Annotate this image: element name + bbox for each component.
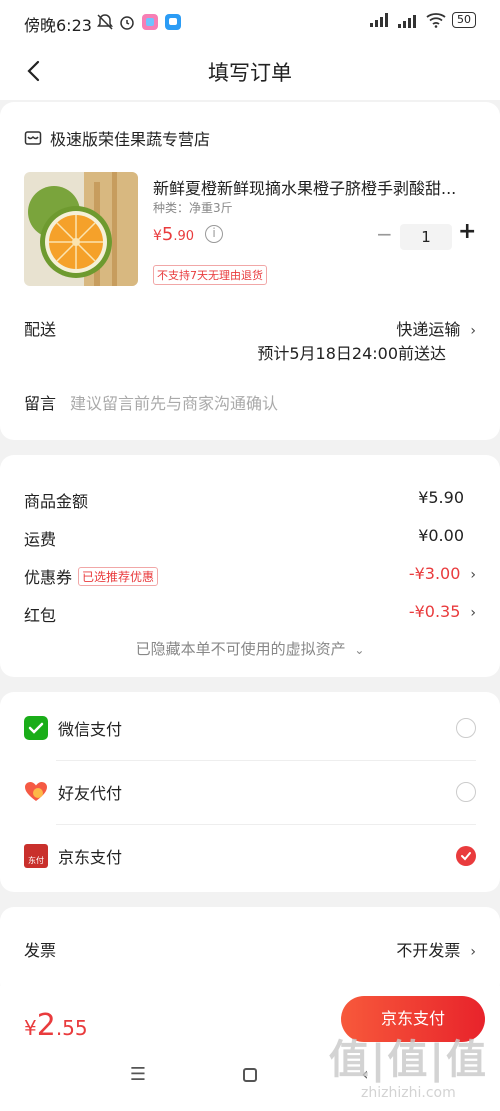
payment-radio-checked[interactable] xyxy=(456,846,476,866)
jd-pay-icon: 东付 xyxy=(24,844,48,868)
delivery-method-row[interactable]: 快递运输 › xyxy=(396,316,476,340)
coupon-label: 优惠券 xyxy=(24,568,73,587)
home-nav-icon[interactable] xyxy=(235,1060,265,1090)
payment-radio[interactable] xyxy=(456,718,476,738)
price-summary-card: 商品金额 ¥5.90 运费 ¥0.00 优惠券 已选推荐优惠 -¥3.00 › 红包… xyxy=(0,455,500,677)
quantity-input[interactable]: 1 xyxy=(400,224,452,250)
coupon-row-label[interactable]: 优惠券 已选推荐优惠 xyxy=(24,564,159,588)
message-app-icon xyxy=(165,14,181,30)
goods-amount-value: ¥5.90 xyxy=(418,488,464,507)
shipping-label: 运费 xyxy=(24,530,57,549)
delivery-method: 快递运输 xyxy=(396,320,461,339)
payment-label: 京东支付 xyxy=(58,848,123,867)
quantity-minus-button[interactable]: − xyxy=(376,222,393,246)
watermark-logo: 值|值|值 xyxy=(328,1037,488,1083)
chevron-right-icon: › xyxy=(470,323,476,339)
checkout-bar: ¥2.55 京东支付 ☰ ‹ 值|值|值 zhizhizhi.com xyxy=(0,986,500,1111)
goods-amount-label: 商品金额 xyxy=(24,492,89,511)
menu-nav-icon[interactable]: ☰ xyxy=(123,1060,153,1090)
app-notification-icon xyxy=(142,14,158,30)
chevron-down-icon: ⌄ xyxy=(354,643,365,657)
watermark: 值|值|值 zhizhizhi.com xyxy=(329,1027,488,1101)
invoice-card: 发票 不开发票 › xyxy=(0,907,500,997)
alarm-icon xyxy=(120,16,134,30)
invoice-label: 发票 xyxy=(24,941,57,960)
store-icon xyxy=(24,131,42,145)
signal-icon xyxy=(370,13,388,27)
hidden-assets-toggle[interactable]: 已隐藏本单不可使用的虚拟资产 ⌄ xyxy=(0,638,500,659)
invoice-value: 不开发票 xyxy=(396,941,461,960)
status-time: 傍晚6:23 xyxy=(24,16,92,35)
price-decimal: .90 xyxy=(173,229,195,244)
product-price: ¥5.90 xyxy=(153,224,194,245)
shipping-value: ¥0.00 xyxy=(418,526,464,545)
friend-pay-heart-icon xyxy=(25,782,47,801)
order-card: 极速版荣佳果蔬专营店 新鲜夏橙新鲜现摘水果橙子脐橙手剥酸甜... 种类：净重3斤… xyxy=(0,102,500,440)
total-int: 2 xyxy=(36,1008,56,1043)
price-info-icon[interactable]: i xyxy=(205,225,223,243)
total-decimal: .55 xyxy=(55,1016,88,1040)
watermark-url: zhizhizhi.com xyxy=(361,1085,456,1101)
jd-pay-icon-text: 东付 xyxy=(28,856,44,865)
hidden-assets-text: 已隐藏本单不可使用的虚拟资产 xyxy=(135,640,346,658)
payment-option-jd[interactable]: 东付 京东支付 xyxy=(24,824,476,888)
price-int: 5 xyxy=(161,224,174,245)
price-symbol: ¥ xyxy=(153,228,162,244)
total-currency: ¥ xyxy=(24,1016,37,1040)
return-policy-tag: 不支持7天无理由退货 xyxy=(153,265,267,285)
delivery-eta: 预计5月18日24:00前送达 xyxy=(257,344,446,363)
payment-radio[interactable] xyxy=(456,782,476,802)
store-name: 极速版荣佳果蔬专营店 xyxy=(50,130,211,149)
payment-label: 微信支付 xyxy=(58,720,123,739)
product-spec[interactable]: 种类：净重3斤 xyxy=(153,199,233,216)
redpacket-label: 红包 xyxy=(24,606,57,625)
invoice-row[interactable]: 不开发票 › xyxy=(396,937,476,961)
total-price: ¥2.55 xyxy=(24,1008,88,1043)
payment-option-friend[interactable]: 好友代付 xyxy=(24,760,476,824)
mute-bell-icon xyxy=(97,14,113,30)
chevron-right-icon: › xyxy=(470,567,476,583)
status-right: 50 xyxy=(370,12,476,28)
coupon-tag: 已选推荐优惠 xyxy=(78,567,159,586)
store-header[interactable]: 极速版荣佳果蔬专营店 xyxy=(24,126,210,150)
page-title: 填写订单 xyxy=(208,61,292,85)
payment-option-wechat[interactable]: 微信支付 xyxy=(24,696,476,760)
check-icon xyxy=(461,852,471,861)
product-name[interactable]: 新鲜夏橙新鲜现摘水果橙子脐橙手剥酸甜... xyxy=(153,175,473,199)
remark-input[interactable]: 建议留言前先与商家沟通确认 xyxy=(70,390,278,414)
orange-image xyxy=(24,172,138,286)
redpacket-value-row[interactable]: -¥0.35 › xyxy=(409,602,476,621)
signal-hd-icon xyxy=(398,15,416,28)
payment-methods-card: 微信支付 好友代付 东付 京东支付 xyxy=(0,692,500,892)
status-bar: 傍晚6:23 50 xyxy=(0,0,500,44)
delivery-label: 配送 xyxy=(24,320,57,339)
coupon-value-row[interactable]: -¥3.00 › xyxy=(409,564,476,583)
product-image[interactable] xyxy=(24,172,138,286)
chevron-right-icon: › xyxy=(470,944,476,960)
quantity-plus-button[interactable]: + xyxy=(458,219,476,244)
page-header: 填写订单 xyxy=(0,44,500,100)
wechat-pay-icon xyxy=(24,716,48,740)
remark-label: 留言 xyxy=(24,394,57,413)
wifi-icon xyxy=(426,13,446,28)
redpacket-value: -¥0.35 xyxy=(408,602,461,621)
battery-level: 50 xyxy=(457,13,471,26)
payment-label: 好友代付 xyxy=(58,784,123,803)
battery-icon: 50 xyxy=(452,12,476,28)
coupon-value: -¥3.00 xyxy=(408,564,461,583)
chevron-right-icon: › xyxy=(470,605,476,621)
